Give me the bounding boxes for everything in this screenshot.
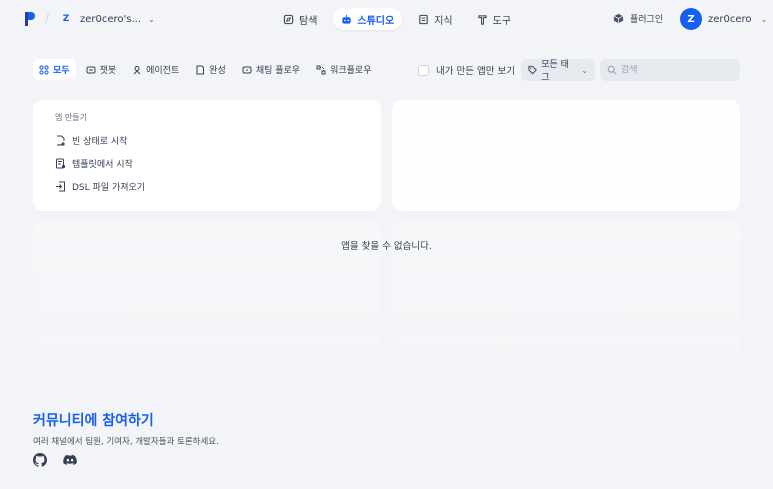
import-dsl-button[interactable]: DSL 파일 가져오기 [55, 177, 359, 195]
create-from-template-button[interactable]: 템플릿에서 시작 [55, 154, 359, 172]
nav-studio[interactable]: 스튜디오 [333, 8, 403, 30]
nav-studio-label: 스튜디오 [357, 15, 395, 27]
tab-completion[interactable]: 완성 [189, 59, 232, 80]
tab-agent[interactable]: 에이전트 [126, 59, 185, 80]
import-icon [56, 181, 65, 191]
nav-knowledge-label: 지식 [434, 15, 453, 27]
tab-agent-label: 에이전트 [146, 66, 180, 76]
community-subtitle: 여러 채널에서 팀원, 기여자, 개발자들과 토론하세요. [33, 437, 219, 447]
chat-icon [86, 66, 96, 73]
community-title: 커뮤니티에 참여하기 [33, 413, 154, 429]
avatar: Z [680, 8, 702, 30]
file-plus-icon [56, 135, 65, 145]
cube-icon [613, 13, 624, 24]
tag-icon [528, 65, 537, 75]
grid-icon [39, 64, 49, 75]
user-name: zer0cero [708, 13, 752, 25]
book-icon [419, 14, 428, 24]
tab-workflow-label: 워크플로우 [330, 66, 372, 76]
search-box[interactable] [600, 59, 740, 81]
compass-icon [283, 14, 294, 24]
create-blank-button[interactable]: 빈 상태로 시작 [55, 131, 359, 149]
app-type-tabs: 모두 챗봇 에이전트 완성 채팅 플로우 워크플로우 [33, 59, 377, 80]
workspace-name: zer0cero's... [80, 13, 142, 25]
agent-icon [133, 65, 141, 74]
social-links [33, 453, 77, 467]
tab-chatflow-label: 채팅 플로우 [255, 66, 301, 76]
nav-tools-label: 도구 [492, 15, 512, 27]
tab-chatflow[interactable]: 채팅 플로우 [236, 59, 306, 80]
create-from-template-label: 템플릿에서 시작 [72, 159, 133, 170]
chevron-down-icon: ⌄ [148, 14, 155, 24]
workspace-badge: Z [62, 14, 70, 24]
plugins-label: 플러그인 [630, 15, 664, 25]
chatflow-icon [242, 66, 252, 73]
create-app-card: 앱 만들기 빈 상태로 시작 템플릿에서 시작 DSL 파일 가져오기 [33, 100, 381, 211]
logo-icon[interactable] [24, 11, 36, 27]
app-card-placeholder [392, 100, 740, 211]
tab-workflow[interactable]: 워크플로우 [310, 59, 377, 80]
my-apps-toggle[interactable]: 내가 만든 앱만 보기 [418, 63, 515, 77]
document-icon [196, 65, 205, 74]
main-nav: 탐색 스튜디오 지식 도구 [275, 8, 519, 30]
user-menu[interactable]: Z zer0cero ⌄ [680, 8, 767, 30]
create-app-title: 앱 만들기 [55, 113, 87, 122]
search-input[interactable] [621, 65, 731, 75]
tag-filter-select[interactable]: 모든 태그 ⌄ [521, 59, 595, 83]
nav-tools[interactable]: 도구 [469, 8, 519, 30]
nav-explore[interactable]: 탐색 [275, 8, 325, 30]
app-card-placeholder [392, 333, 740, 373]
my-apps-checkbox[interactable] [418, 64, 429, 76]
tab-all-label: 모두 [53, 66, 70, 76]
app-card-placeholder [33, 333, 381, 373]
search-icon [607, 65, 617, 75]
tab-completion-label: 완성 [209, 66, 226, 76]
create-blank-label: 빈 상태로 시작 [72, 136, 128, 147]
hammer-icon [477, 14, 487, 25]
nav-knowledge[interactable]: 지식 [410, 8, 460, 30]
breadcrumb-separator: / [45, 11, 50, 25]
app-window: / Z zer0cero's... ⌄ 탐색 스튜디오 지식 도구 플러그인 Z… [0, 0, 773, 489]
template-icon [56, 158, 66, 168]
tab-chatbot[interactable]: 챗봇 [80, 59, 123, 80]
community-section: 커뮤니티에 참여하기 여러 채널에서 팀원, 기여자, 개발자들과 토론하세요. [33, 410, 219, 447]
nav-explore-label: 탐색 [299, 15, 318, 27]
empty-state-message: 앱을 찾을 수 없습니다. [341, 241, 432, 252]
top-header: / Z zer0cero's... ⌄ 탐색 스튜디오 지식 도구 플러그인 Z… [0, 0, 773, 38]
import-dsl-label: DSL 파일 가져오기 [72, 182, 146, 193]
discord-icon[interactable] [63, 453, 77, 467]
tag-filter-label: 모든 태그 [541, 60, 569, 83]
workspace-switcher[interactable]: Z zer0cero's... ⌄ [60, 10, 155, 28]
robot-icon [342, 14, 352, 24]
chevron-down-icon: ⌄ [760, 14, 768, 24]
workflow-icon [316, 65, 326, 74]
tab-all[interactable]: 모두 [33, 59, 76, 80]
my-apps-label: 내가 만든 앱만 보기 [436, 66, 515, 77]
plugins-button[interactable]: 플러그인 [613, 12, 663, 25]
chevron-down-icon: ⌄ [581, 65, 588, 75]
tab-chatbot-label: 챗봇 [99, 66, 117, 76]
github-icon[interactable] [33, 453, 47, 467]
